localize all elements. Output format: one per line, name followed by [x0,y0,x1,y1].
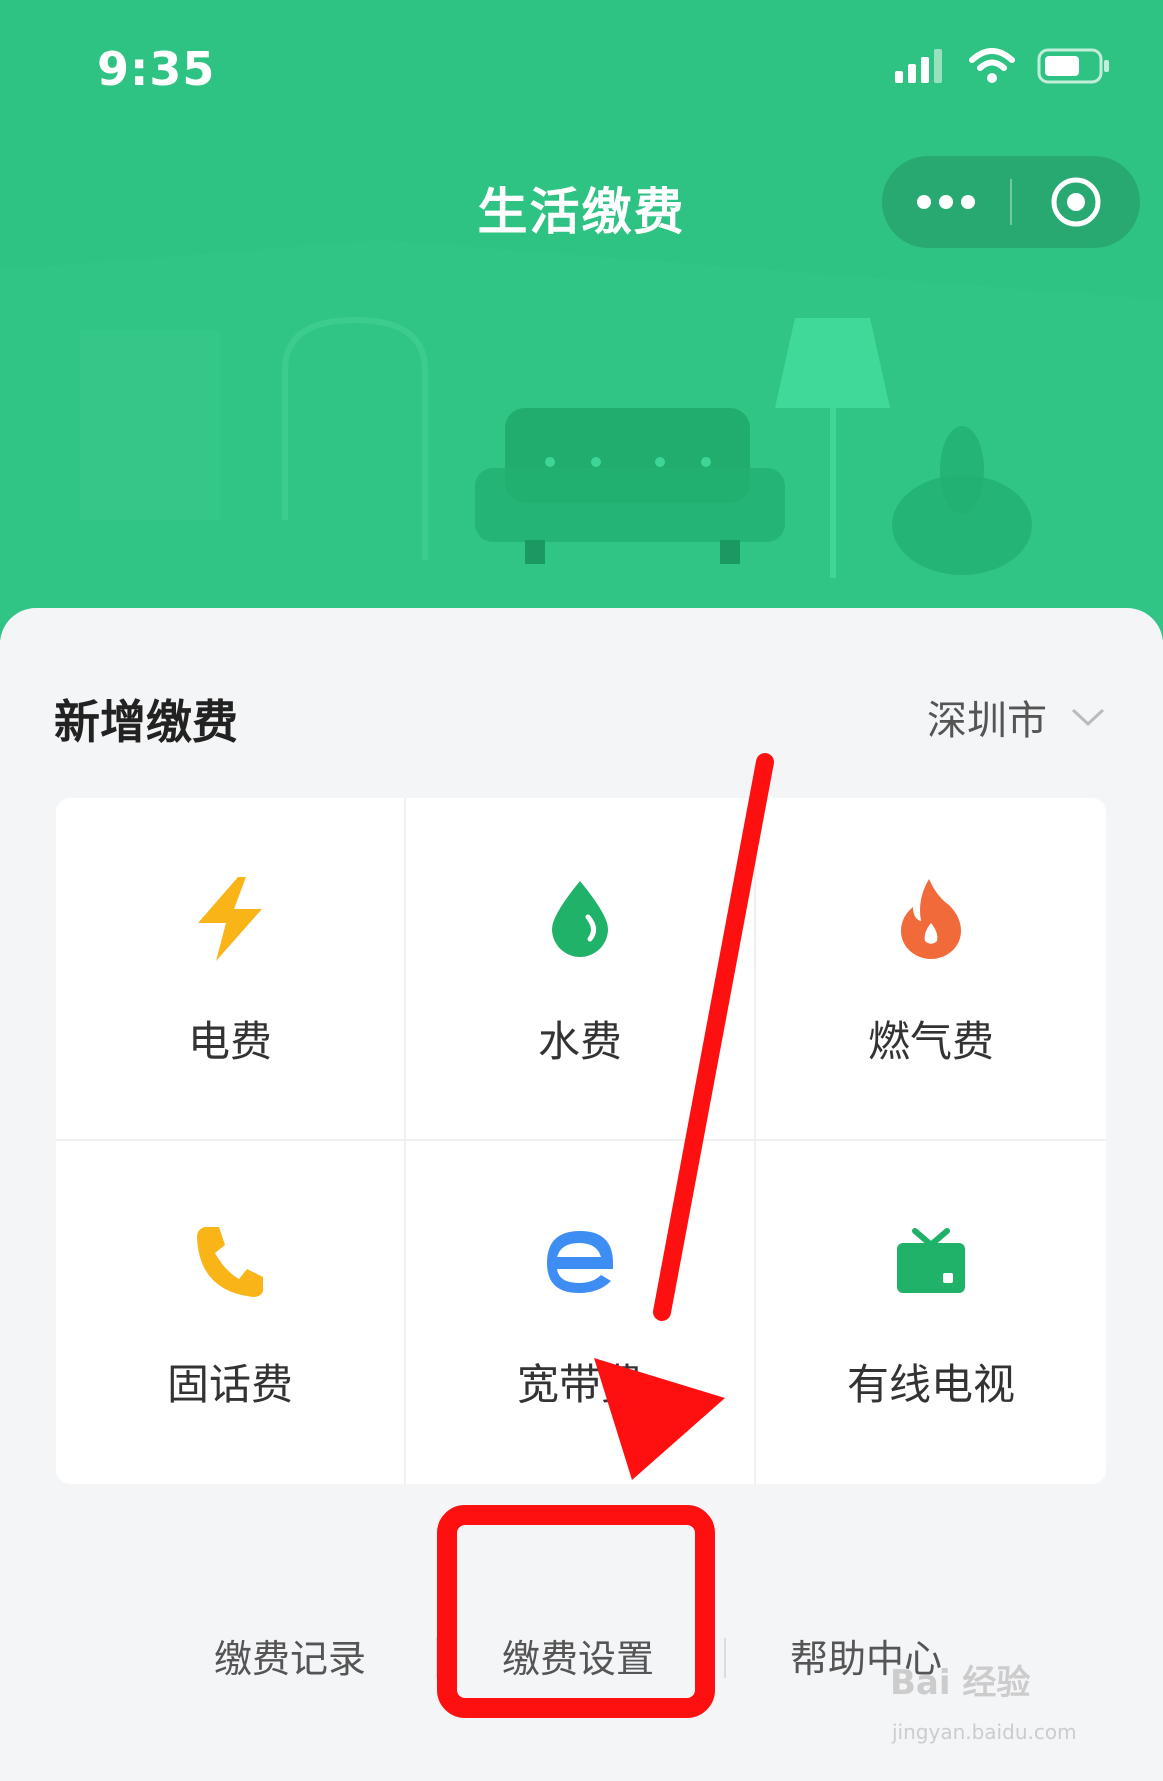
service-label: 水费 [537,1017,622,1066]
service-landline[interactable]: 固话费 [56,1141,406,1484]
living-room-illustration [0,240,1163,640]
service-grid: 电费 水费 燃气费 固话费 宽带费 有线电视 [56,798,1106,1484]
service-label: 宽带费 [516,1360,643,1409]
watermark-logo: Bai 经验 [890,1663,1031,1703]
content-card: 新增缴费 深圳市 电费 水费 燃气费 固话费 宽带费 有线电视 缴费记录 缴费设… [0,608,1163,1781]
payment-settings-link[interactable]: 缴费设置 [502,1628,654,1683]
link-divider [436,1638,438,1678]
service-cable-tv[interactable]: 有线电视 [756,1141,1106,1484]
service-broadband[interactable]: 宽带费 [406,1141,756,1484]
service-electricity[interactable]: 电费 [56,798,406,1141]
service-label: 燃气费 [867,1017,994,1066]
target-close-icon [1051,177,1101,227]
service-label: 电费 [187,1017,272,1066]
city-label: 深圳市 [927,698,1047,744]
city-selector[interactable]: 深圳市 [927,688,1105,746]
more-dots-icon [917,195,975,209]
wifi-icon [969,48,1015,83]
watermark-url: jingyan.baidu.com [892,1720,1077,1744]
service-water[interactable]: 水费 [406,798,756,1141]
tv-icon [886,1217,976,1307]
link-divider [724,1638,726,1678]
service-label: 有线电视 [846,1360,1015,1409]
section-title: 新增缴费 [54,695,238,749]
lightning-icon [185,874,275,964]
status-time: 9:35 [97,42,216,96]
flame-icon [886,874,976,964]
chevron-down-icon [1071,708,1105,727]
phone-icon [185,1217,275,1307]
browser-e-icon [535,1217,625,1307]
battery-icon [1037,48,1109,84]
water-drop-icon [535,874,625,964]
payment-records-link[interactable]: 缴费记录 [214,1628,366,1683]
signal-icon [895,49,942,83]
more-button[interactable] [882,156,1010,248]
mini-program-capsule [882,156,1140,248]
close-button[interactable] [1012,156,1140,248]
status-icons [895,48,1111,84]
header-banner: 9:35 生活缴费 [0,0,1163,640]
service-label: 固话费 [166,1360,293,1409]
service-gas[interactable]: 燃气费 [756,798,1106,1141]
